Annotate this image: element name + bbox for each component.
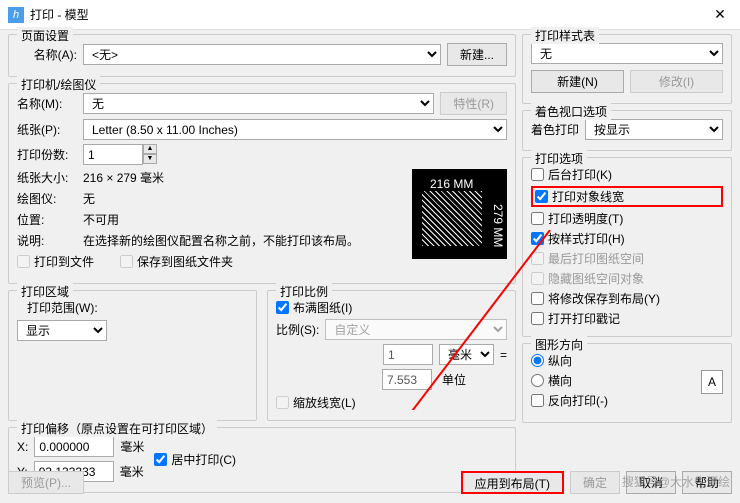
group-title: 着色视口选项 — [531, 103, 611, 120]
shade-viewport-group: 着色视口选项 着色打印按显示 — [522, 110, 732, 151]
printer-group: 打印机/绘图仪 名称(M): 无 特性(R) 纸张(P): Letter (8.… — [8, 83, 516, 284]
page-setup-name-select[interactable]: <无> — [83, 44, 441, 65]
spin-up-icon[interactable]: ▲ — [143, 144, 157, 154]
print-range-select[interactable]: 显示 — [17, 320, 107, 341]
style-table-group: 打印样式表 无 新建(N)修改(I) — [522, 34, 732, 104]
close-icon[interactable]: ✕ — [708, 6, 732, 23]
paper-size-value: 216 × 279 毫米 — [83, 169, 164, 186]
transparency-checkbox[interactable]: 打印透明度(T) — [531, 210, 723, 227]
save-layout-checkbox[interactable]: 将修改保存到布局(Y) — [531, 290, 723, 307]
desc-value: 在选择新的绘图仪配置名称之前，不能打印该布局。 — [83, 232, 359, 249]
paper-label: 纸张(P): — [17, 121, 77, 138]
print-area-group: 打印区域 打印范围(W): 显示 — [8, 290, 257, 421]
center-print-checkbox[interactable]: 居中打印(C) — [154, 451, 236, 468]
group-title: 打印机/绘图仪 — [17, 76, 100, 93]
location-value: 不可用 — [83, 211, 119, 228]
copies-label: 打印份数: — [17, 146, 77, 163]
orientation-group: 图形方向 纵向 横向 反向打印(-) A — [522, 343, 732, 423]
page-setup-group: 页面设置 名称(A): <无> 新建... — [8, 34, 516, 77]
fit-paper-checkbox[interactable]: 布满图纸(I) — [276, 299, 507, 316]
preview-width-label: 216 MM — [430, 177, 473, 191]
by-style-checkbox[interactable]: 按样式打印(H) — [531, 230, 723, 247]
ok-button[interactable]: 确定 — [570, 471, 620, 494]
save-paper-checkbox[interactable]: 保存到图纸文件夹 — [120, 253, 233, 270]
obj-lineweight-checkbox[interactable]: 打印对象线宽 — [531, 186, 723, 207]
last-space-checkbox[interactable]: 最后打印图纸空间 — [531, 250, 723, 267]
location-label: 位置: — [17, 211, 77, 228]
new-page-setup-button[interactable]: 新建... — [447, 43, 507, 66]
group-title: 页面设置 — [17, 27, 73, 44]
offset-x-input[interactable] — [34, 436, 114, 457]
watermark: 搜狐号@大水牛测绘 — [622, 473, 730, 490]
plotter-label: 绘图仪: — [17, 190, 77, 207]
style-table-select[interactable]: 无 — [531, 43, 723, 64]
group-title: 打印偏移（原点设置在可打印区域） — [17, 420, 217, 437]
printer-name-label: 名称(M): — [17, 95, 77, 112]
titlebar: h 打印 - 模型 ✕ — [0, 0, 740, 30]
bg-print-checkbox[interactable]: 后台打印(K) — [531, 166, 723, 183]
unit-label: 单位 — [438, 371, 493, 388]
portrait-radio[interactable]: 纵向 — [531, 352, 723, 369]
style-new-button[interactable]: 新建(N) — [531, 70, 624, 93]
shade-print-select[interactable]: 按显示 — [585, 119, 723, 140]
preview-button[interactable]: 预览(P)... — [8, 471, 84, 494]
scale-select[interactable]: 自定义 — [325, 319, 507, 340]
printer-properties-button[interactable]: 特性(R) — [440, 92, 507, 115]
copies-spinner[interactable]: ▲▼ — [83, 144, 157, 165]
print-range-label: 打印范围(W): — [27, 299, 248, 316]
style-modify-button[interactable]: 修改(I) — [630, 70, 723, 93]
desc-label: 说明: — [17, 232, 77, 249]
unit-label: 毫米 — [120, 438, 144, 455]
orientation-preview-icon: A — [701, 370, 723, 394]
copies-input[interactable] — [83, 144, 143, 165]
equals-label: = — [500, 348, 507, 362]
name-label: 名称(A): — [17, 46, 77, 63]
apply-layout-button[interactable]: 应用到布局(T) — [461, 471, 564, 494]
group-title: 打印样式表 — [531, 27, 599, 44]
paper-select[interactable]: Letter (8.50 x 11.00 Inches) — [83, 119, 507, 140]
open-stamp-checkbox[interactable]: 打开打印戳记 — [531, 310, 723, 327]
shade-print-label: 着色打印 — [531, 121, 579, 138]
scale-unit-select[interactable]: 毫米 — [439, 344, 494, 365]
app-icon: h — [8, 7, 24, 23]
spin-down-icon[interactable]: ▼ — [143, 154, 157, 164]
reverse-print-checkbox[interactable]: 反向打印(-) — [531, 392, 723, 409]
landscape-radio[interactable]: 横向 — [531, 372, 723, 389]
x-label: X: — [17, 440, 28, 454]
hide-space-checkbox[interactable]: 隐藏图纸空间对象 — [531, 270, 723, 287]
plotter-value: 无 — [83, 190, 95, 207]
print-to-file-checkbox[interactable]: 打印到文件 — [17, 253, 94, 270]
group-title: 图形方向 — [531, 336, 587, 353]
scale-lineweight-checkbox[interactable]: 缩放线宽(L) — [276, 394, 507, 411]
scale-label: 比例(S): — [276, 321, 319, 338]
printer-name-select[interactable]: 无 — [83, 93, 434, 114]
group-title: 打印比例 — [276, 283, 332, 300]
paper-preview: 216 MM 279 MM — [412, 169, 507, 259]
scale-denom-input[interactable] — [382, 369, 432, 390]
scale-num-input[interactable] — [383, 344, 433, 365]
print-options-group: 打印选项 后台打印(K) 打印对象线宽 打印透明度(T) 按样式打印(H) 最后… — [522, 157, 732, 337]
preview-height-label: 279 MM — [491, 204, 505, 247]
print-scale-group: 打印比例 布满图纸(I) 比例(S):自定义 毫米 = 单位 缩放线宽(L) — [267, 290, 516, 421]
group-title: 打印区域 — [17, 283, 73, 300]
window-title: 打印 - 模型 — [30, 6, 708, 23]
paper-size-label: 纸张大小: — [17, 169, 77, 186]
group-title: 打印选项 — [531, 150, 587, 167]
